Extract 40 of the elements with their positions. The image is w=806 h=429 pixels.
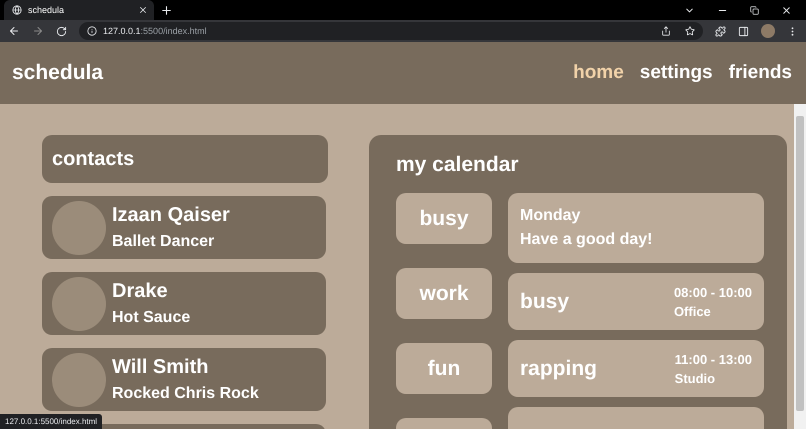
browser-tab[interactable]: schedula [4,0,154,20]
scrollbar[interactable] [794,104,806,429]
event-place: Studio [674,370,716,386]
event-time: 08:00 - 10:00 [674,284,752,300]
contact-name: Izaan Qaiser [112,204,230,227]
restore-icon[interactable] [750,6,759,14]
contact-role: Hot Sauce [112,309,190,327]
event-title: rapping [520,356,597,380]
puzzle-icon[interactable] [715,26,726,36]
address-field[interactable]: 127.0.0.1:5500/index.html [79,22,703,40]
event-time: 11:00 - 13:00 [674,352,752,366]
forward-icon[interactable] [32,25,44,37]
nav-link[interactable]: home [573,62,624,84]
day-message: Have a good day! [520,231,654,249]
contact-role: Ballet Dancer [112,233,216,251]
event-title: busy [520,290,570,314]
close-icon[interactable] [138,5,148,15]
contact-name: Drake [112,280,169,303]
side-panel-icon[interactable] [738,26,749,36]
star-icon[interactable] [685,26,695,36]
profile-avatar[interactable] [761,24,775,38]
info-icon [87,26,97,36]
event-place: Office [674,304,712,318]
globe-icon [12,5,22,15]
nav-link[interactable]: friends [728,62,792,84]
share-icon[interactable] [661,26,671,36]
reload-icon[interactable] [56,26,67,36]
contact-card[interactable]: Will Smith Rocked Chris Rock [42,348,326,411]
contacts-title: contacts [42,135,328,183]
day-label: Monday [520,207,582,225]
contact-card[interactable]: Drake Hot Sauce [42,272,326,335]
url-status-tooltip: 127.0.0.1:5500/index.html [0,414,102,429]
nav-link[interactable]: settings [640,62,713,84]
brand-logo[interactable]: schedula [12,61,104,85]
back-icon[interactable] [8,25,20,37]
calendar-title: my calendar [396,153,520,177]
contact-name: Will Smith [112,356,210,379]
contact-role: Rocked Chris Rock [112,385,259,403]
close-icon[interactable] [781,4,792,16]
contact-card[interactable]: Izaan Qaiser Ballet Dancer [42,196,326,259]
